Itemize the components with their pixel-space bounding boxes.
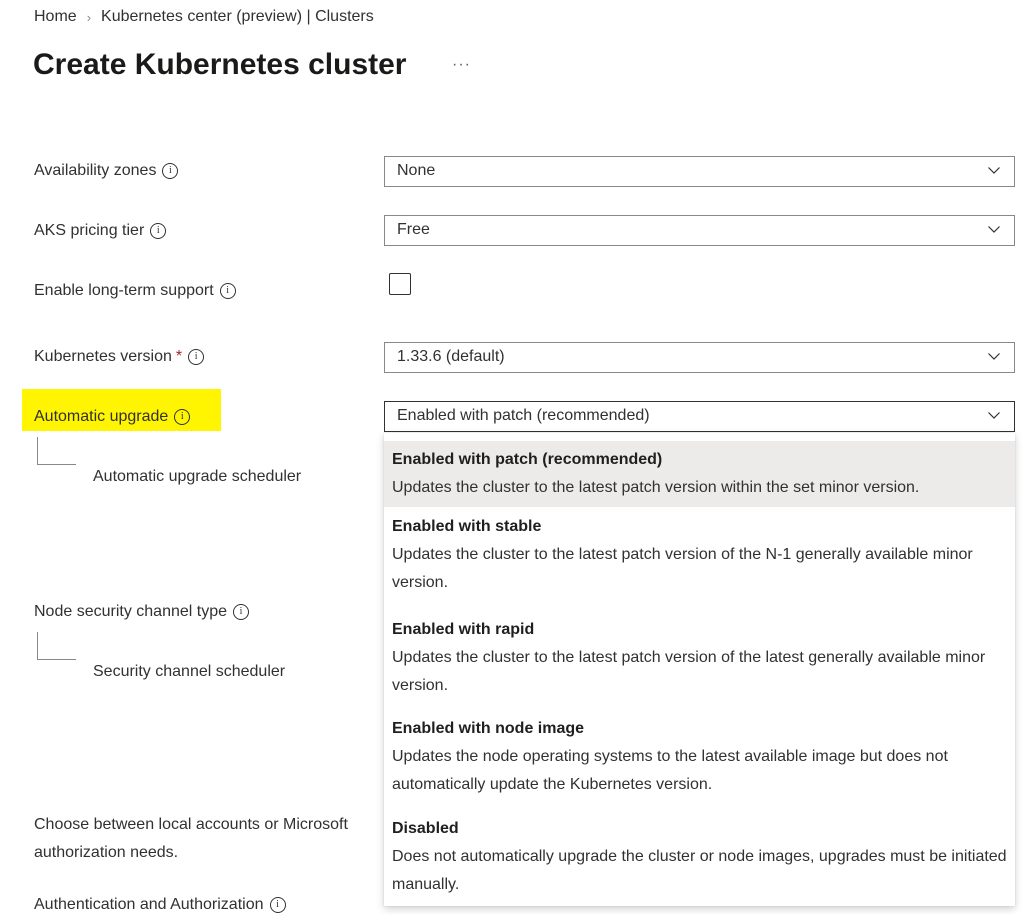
option-description: Updates the node operating systems to th… xyxy=(392,748,948,793)
tree-connector xyxy=(37,437,76,465)
lts-label-text: Enable long-term support xyxy=(34,282,214,299)
availability-zones-label: Availability zones i xyxy=(34,162,179,180)
pricing-tier-label: AKS pricing tier i xyxy=(34,222,167,240)
info-icon[interactable]: i xyxy=(188,349,205,365)
k8s-version-value: 1.33.6 (default) xyxy=(397,348,505,365)
option-description: Updates the cluster to the latest patch … xyxy=(392,479,920,496)
k8s-version-select[interactable]: 1.33.6 (default) xyxy=(384,342,1015,373)
breadcrumb-current-link[interactable]: Kubernetes center (preview) | Clusters xyxy=(101,8,374,26)
info-icon[interactable]: i xyxy=(219,283,236,299)
chevron-down-icon xyxy=(988,167,1000,174)
chevron-down-icon xyxy=(988,353,1000,360)
lts-label: Enable long-term support i xyxy=(34,282,236,300)
option-title: Enabled with stable xyxy=(392,518,542,535)
auto-upgrade-select[interactable]: Enabled with patch (recommended) xyxy=(384,401,1015,432)
dropdown-option-patch[interactable]: Enabled with patch (recommended) Updates… xyxy=(384,441,1015,507)
info-icon[interactable]: i xyxy=(150,223,167,239)
pricing-tier-select[interactable]: Free xyxy=(384,215,1015,246)
breadcrumb: Home › Kubernetes center (preview) | Clu… xyxy=(34,8,374,26)
option-description: Does not automatically upgrade the clust… xyxy=(392,848,1007,893)
chevron-down-icon xyxy=(988,412,1000,419)
availability-zones-value: None xyxy=(397,162,436,179)
more-options-icon[interactable]: ··· xyxy=(452,56,471,74)
auto-upgrade-label-text: Automatic upgrade xyxy=(34,408,169,425)
tree-connector xyxy=(37,632,76,660)
option-title: Enabled with node image xyxy=(392,720,585,737)
pricing-tier-value: Free xyxy=(397,221,430,238)
option-title: Enabled with rapid xyxy=(392,621,535,638)
required-marker: * xyxy=(175,348,183,365)
k8s-version-label: Kubernetes version * i xyxy=(34,348,205,366)
k8s-version-label-text: Kubernetes version xyxy=(34,348,172,365)
pricing-tier-label-text: AKS pricing tier xyxy=(34,222,145,239)
info-icon[interactable]: i xyxy=(233,604,249,620)
node-security-label: Node security channel type i xyxy=(34,603,249,621)
auto-upgrade-scheduler-label: Automatic upgrade scheduler xyxy=(93,468,302,485)
dropdown-option-stable[interactable]: Enabled with stable Updates the cluster … xyxy=(384,513,1015,597)
security-scheduler-label: Security channel scheduler xyxy=(93,663,286,680)
chevron-right-icon: › xyxy=(86,9,92,25)
info-icon[interactable]: i xyxy=(174,409,191,425)
option-description: Updates the cluster to the latest patch … xyxy=(392,649,986,694)
auth-label-text: Authentication and Authorization xyxy=(34,896,264,913)
option-title: Enabled with patch (recommended) xyxy=(392,451,663,468)
availability-zones-label-text: Availability zones xyxy=(34,162,157,179)
dropdown-option-disabled[interactable]: Disabled Does not automatically upgrade … xyxy=(384,815,1015,899)
auto-upgrade-value: Enabled with patch (recommended) xyxy=(397,407,650,424)
auto-upgrade-dropdown-list: Enabled with patch (recommended) Updates… xyxy=(384,433,1015,906)
auth-description-line: Choose between local accounts or Microso… xyxy=(34,816,348,833)
lts-checkbox[interactable] xyxy=(389,273,411,295)
info-icon[interactable]: i xyxy=(269,897,286,913)
info-icon[interactable]: i xyxy=(162,163,179,179)
node-security-label-text: Node security channel type xyxy=(34,603,227,620)
auth-description-line: authorization needs. xyxy=(34,844,179,861)
dropdown-option-rapid[interactable]: Enabled with rapid Updates the cluster t… xyxy=(384,616,1015,700)
auth-label: Authentication and Authorization i xyxy=(34,896,286,914)
option-title: Disabled xyxy=(392,820,459,837)
chevron-down-icon xyxy=(988,226,1000,233)
dropdown-option-node-image[interactable]: Enabled with node image Updates the node… xyxy=(384,715,1015,799)
option-description: Updates the cluster to the latest patch … xyxy=(392,546,973,591)
auto-upgrade-label: Automatic upgrade i xyxy=(34,408,191,426)
page-title: Create Kubernetes cluster xyxy=(33,48,407,81)
availability-zones-select[interactable]: None xyxy=(384,156,1015,187)
breadcrumb-home-link[interactable]: Home xyxy=(34,8,77,26)
auth-description: Choose between local accounts or Microso… xyxy=(34,811,394,867)
